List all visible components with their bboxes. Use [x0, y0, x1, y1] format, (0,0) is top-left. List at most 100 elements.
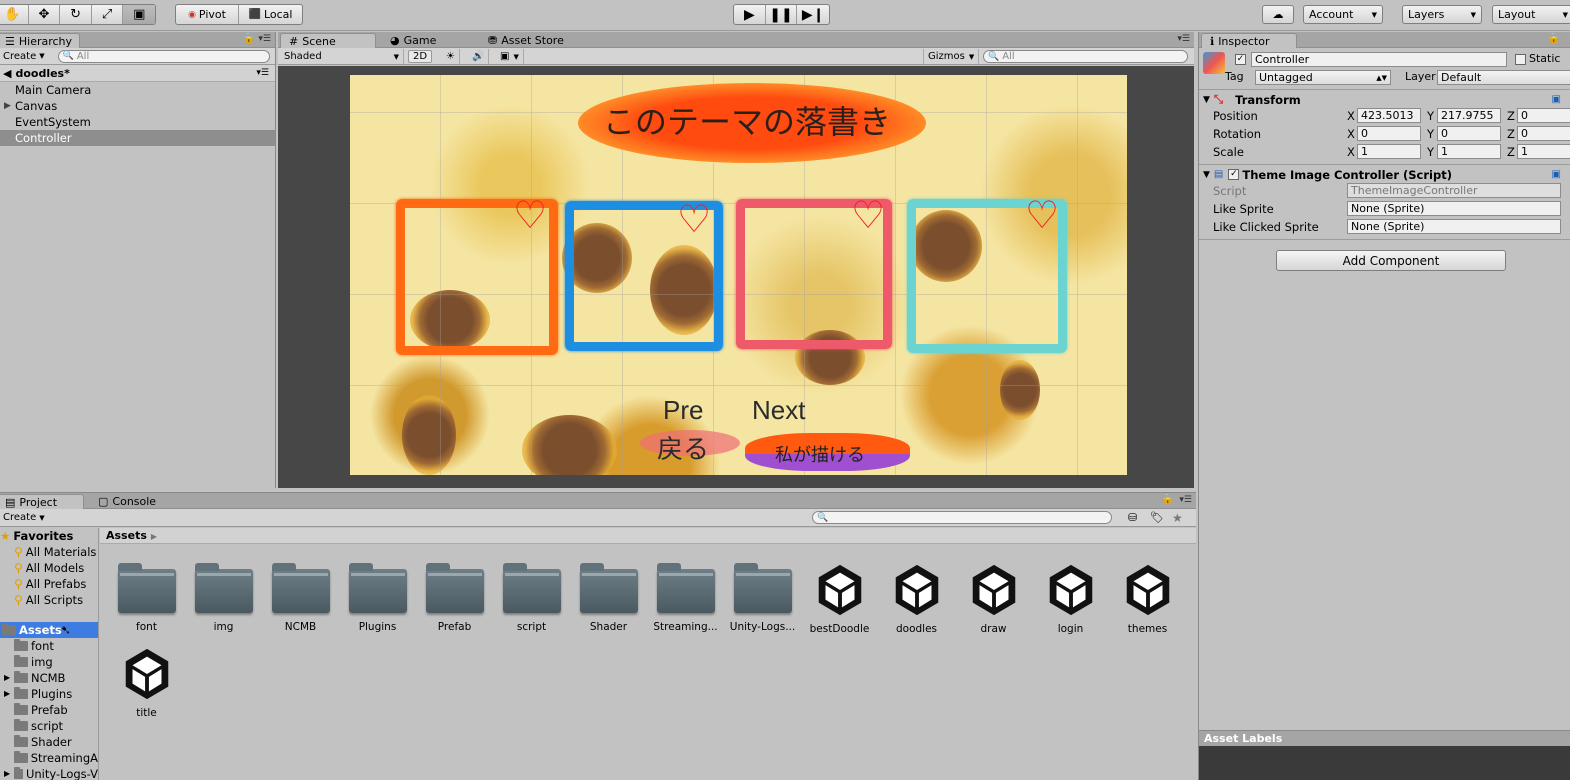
asset-scene-item[interactable]: themes — [1109, 561, 1186, 635]
help-icon[interactable]: ▣ — [1552, 169, 1561, 180]
static-checkbox[interactable] — [1515, 54, 1526, 65]
tree-folder-item[interactable]: ▶ NCMB — [0, 670, 98, 686]
collapse-arrow-icon[interactable]: ▼ — [1203, 95, 1210, 105]
local-toggle[interactable]: ⬛ Local — [239, 5, 302, 24]
rotate-tool-icon[interactable]: ↻ — [60, 5, 92, 24]
move-tool-icon[interactable]: ✥ — [29, 5, 61, 24]
tab-project[interactable]: ▤ Project — [0, 494, 84, 509]
account-dropdown[interactable]: Account ▼ — [1303, 5, 1383, 24]
component-enabled-checkbox[interactable]: ✓ — [1228, 169, 1240, 180]
expand-arrow-icon[interactable]: ▶ — [4, 686, 10, 702]
2d-toggle[interactable]: 2D — [408, 50, 433, 63]
hierarchy-item-selected[interactable]: Controller — [0, 130, 275, 146]
expand-arrow-icon[interactable]: ▶ — [4, 670, 10, 686]
rotation-x-field[interactable]: 0 — [1357, 126, 1421, 141]
asset-folder-item[interactable]: font — [108, 561, 185, 633]
rect-tool-icon[interactable]: ▣ — [123, 5, 155, 24]
hand-tool-icon[interactable]: ✋ — [0, 5, 29, 24]
tab-scene[interactable]: # Scene — [280, 33, 376, 48]
object-name-field[interactable]: Controller — [1251, 52, 1507, 67]
cloud-button[interactable]: ☁ — [1262, 5, 1294, 24]
asset-folder-item[interactable]: NCMB — [262, 561, 339, 633]
transform-header[interactable]: ▼ ⤡ Transform ▣ — [1199, 89, 1570, 109]
tab-game[interactable]: ◕ Game — [382, 33, 444, 48]
hierarchy-item[interactable]: Main Camera — [0, 82, 275, 98]
heart-icon[interactable]: ♡ — [1025, 196, 1059, 234]
assets-root-item[interactable]: Assets ➷ — [0, 622, 98, 638]
tree-folder-item[interactable]: StreamingA — [0, 750, 98, 766]
favorites-header[interactable]: ★ Favorites — [0, 528, 98, 544]
project-search-input[interactable]: 🔍 — [812, 511, 1112, 524]
scene-menu-icon[interactable]: ▾☰ — [256, 68, 269, 78]
scale-y-field[interactable]: 1 — [1437, 144, 1501, 159]
project-create-dropdown[interactable]: Create ▼ — [0, 511, 48, 525]
favorite-item[interactable]: ⚲ All Models — [0, 560, 98, 576]
tree-folder-item[interactable]: ▶ Plugins — [0, 686, 98, 702]
asset-folder-item[interactable]: Unity-Logs... — [724, 561, 801, 633]
hierarchy-create-dropdown[interactable]: Create ▼ — [0, 49, 48, 63]
tab-asset-store[interactable]: ⛃ Asset Store — [480, 33, 572, 48]
asset-scene-item[interactable]: title — [108, 645, 185, 719]
asset-folder-item[interactable]: img — [185, 561, 262, 633]
scale-z-field[interactable]: 1 — [1517, 144, 1570, 159]
favorite-star-icon[interactable]: ★ — [1172, 511, 1183, 525]
tree-folder-item[interactable]: script — [0, 718, 98, 734]
scene-viewport[interactable]: このテーマの落書き ♡ ♡ ♡ ♡ Pre Next 戻る 私が描ける — [278, 66, 1194, 488]
lock-icon[interactable]: 🔒 — [1548, 33, 1560, 44]
heart-icon[interactable]: ♡ — [677, 200, 711, 238]
favorite-item[interactable]: ⚲ All Materials — [0, 544, 98, 560]
tab-console[interactable]: ▢ Console — [90, 494, 164, 509]
asset-scene-item[interactable]: doodles — [878, 561, 955, 635]
collapse-arrow-icon[interactable]: ▼ — [1203, 170, 1210, 180]
back-button[interactable]: 戻る — [657, 429, 709, 466]
hierarchy-item[interactable]: ▶ Canvas — [0, 98, 275, 114]
asset-folder-item[interactable]: script — [493, 561, 570, 633]
help-icon[interactable]: ▣ — [1552, 94, 1561, 105]
draw-button[interactable]: 私が描ける — [775, 441, 865, 467]
position-z-field[interactable]: 0 — [1517, 108, 1570, 123]
favorite-item[interactable]: ⚲ All Prefabs — [0, 576, 98, 592]
asset-folder-item[interactable]: Streaming... — [647, 561, 724, 633]
step-button[interactable]: ▶❙ — [797, 5, 829, 24]
breadcrumb-assets[interactable]: Assets — [106, 529, 147, 542]
heart-icon[interactable]: ♡ — [851, 196, 885, 234]
tag-dropdown[interactable]: Untagged ▲▼ — [1255, 70, 1391, 85]
filter-by-label-icon[interactable]: 🏷 — [1150, 511, 1164, 524]
position-x-field[interactable]: 423.5013 — [1357, 108, 1421, 123]
tree-folder-item[interactable]: Prefab — [0, 702, 98, 718]
tree-folder-item[interactable]: img — [0, 654, 98, 670]
panel-menu-icon[interactable]: ▾☰ — [258, 34, 271, 44]
next-button[interactable]: Next — [752, 395, 805, 426]
play-button[interactable]: ▶ — [734, 5, 766, 24]
asset-folder-item[interactable]: Shader — [570, 561, 647, 633]
pause-button[interactable]: ❚❚ — [766, 5, 798, 24]
effects-dropdown[interactable]: ▣ ▼ — [496, 49, 524, 64]
lock-icon[interactable]: 🔒 — [243, 33, 255, 44]
layout-dropdown[interactable]: Layout ▼ — [1492, 5, 1570, 24]
lock-icon[interactable]: 🔒 — [1162, 494, 1174, 505]
expand-arrow-icon[interactable]: ▶ — [4, 98, 11, 114]
scale-tool-icon[interactable]: ⤢ — [92, 5, 124, 24]
tree-folder-item[interactable]: ▶ Unity-Logs-V — [0, 766, 98, 780]
position-y-field[interactable]: 217.9755 — [1437, 108, 1501, 123]
tree-folder-item[interactable]: font — [0, 638, 98, 654]
expand-arrow-icon[interactable]: ▶ — [4, 766, 10, 780]
gizmos-dropdown[interactable]: Gizmos ▼ — [923, 49, 980, 64]
scene-header[interactable]: ◀ doodles* ▾☰ — [0, 65, 275, 82]
scale-x-field[interactable]: 1 — [1357, 144, 1421, 159]
like-clicked-sprite-field[interactable]: None (Sprite) — [1347, 219, 1561, 234]
tab-hierarchy[interactable]: ☰ Hierarchy — [0, 33, 80, 48]
audio-toggle[interactable]: 🔊 — [468, 49, 490, 64]
asset-scene-item[interactable]: bestDoodle — [801, 561, 878, 635]
rotation-y-field[interactable]: 0 — [1437, 126, 1501, 141]
pivot-toggle[interactable]: ◉ Pivot — [176, 5, 240, 24]
asset-scene-item[interactable]: login — [1032, 561, 1109, 635]
scene-search-input[interactable]: 🔍 All — [983, 50, 1188, 63]
tree-folder-item[interactable]: Shader — [0, 734, 98, 750]
shading-mode-dropdown[interactable]: Shaded ▼ — [280, 49, 404, 64]
rotation-z-field[interactable]: 0 — [1517, 126, 1570, 141]
active-checkbox[interactable]: ✓ — [1235, 54, 1246, 65]
asset-folder-item[interactable]: Plugins — [339, 561, 416, 633]
lighting-toggle[interactable]: ☀ — [442, 49, 460, 64]
add-component-button[interactable]: Add Component — [1276, 250, 1506, 271]
